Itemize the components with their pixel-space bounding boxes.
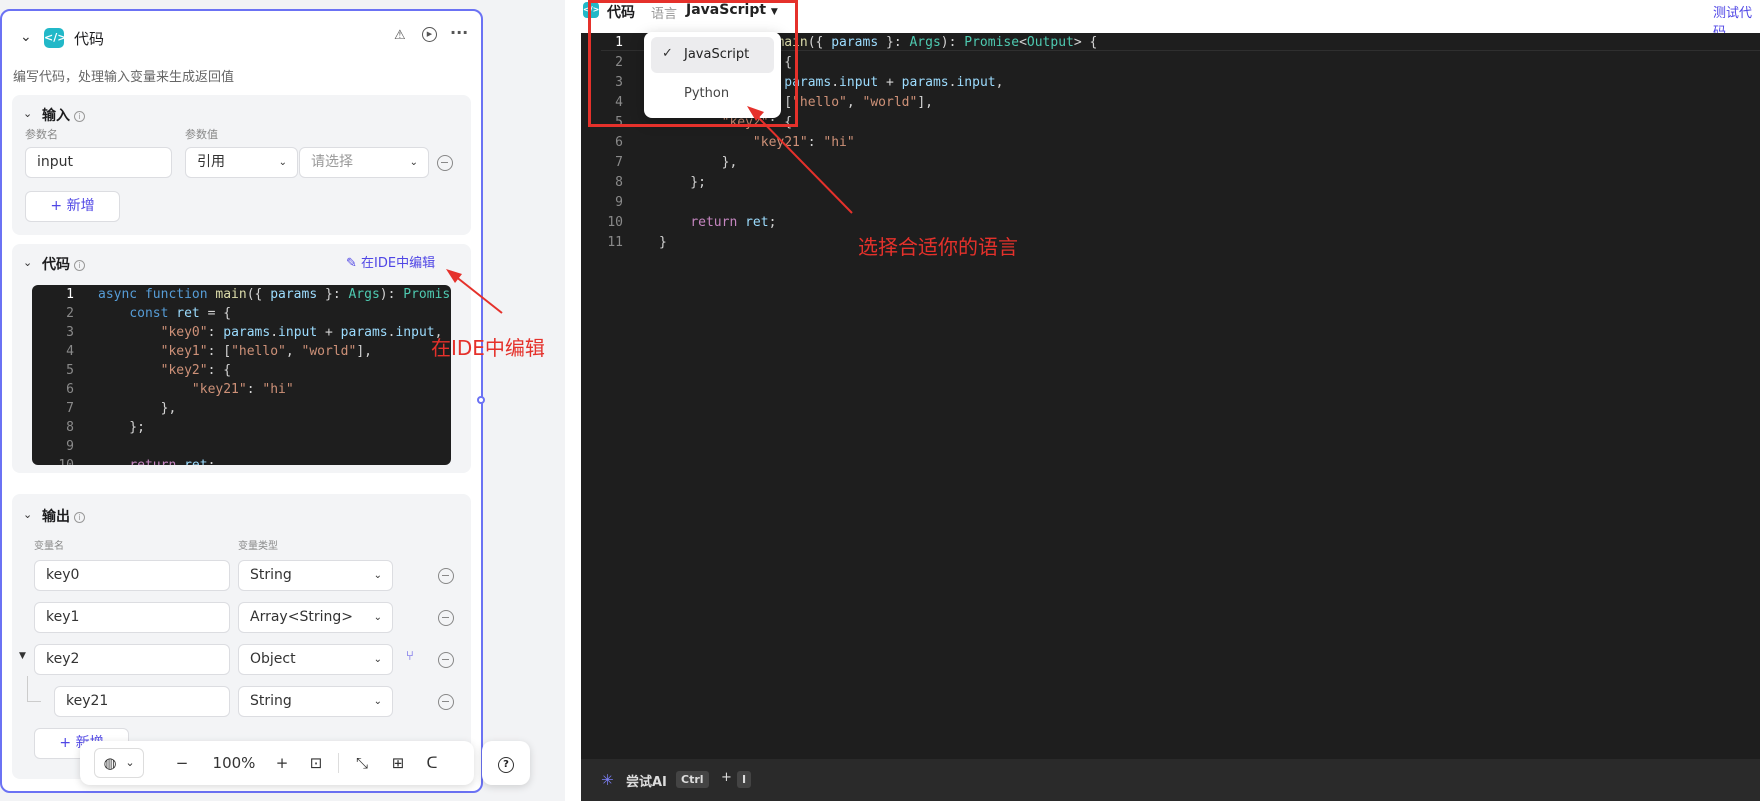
lang-arrow-line	[752, 111, 853, 214]
annotation-arrows	[446, 106, 853, 314]
annotation-ide: 在IDE中编辑	[431, 336, 545, 360]
annotation-lang: 选择合适你的语言	[858, 235, 1018, 259]
lang-arrow-head	[747, 106, 764, 121]
ide-arrow-head	[446, 269, 462, 283]
